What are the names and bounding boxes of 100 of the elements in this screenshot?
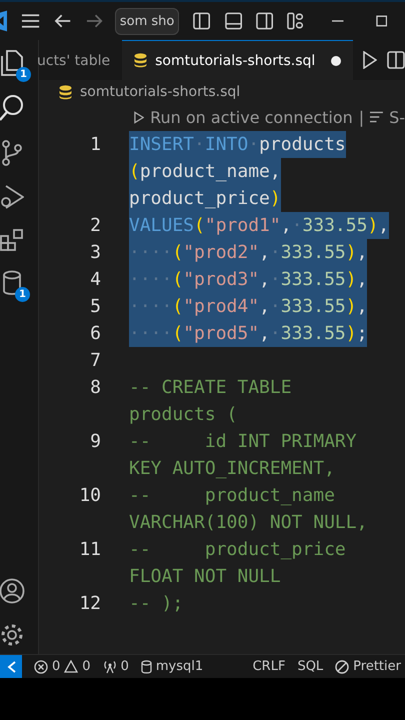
bracket: ( <box>172 296 184 317</box>
code-text: , <box>356 269 368 290</box>
line-number: 9 <box>89 431 101 452</box>
breadcrumb-item[interactable]: somtutorials-shorts.sql <box>80 84 240 100</box>
whitespace-marker: ···· <box>129 296 172 317</box>
whitespace-marker: · <box>270 323 281 344</box>
sql-keyword: INSERT <box>129 134 194 155</box>
bracket: ) <box>367 215 378 236</box>
code-text: , <box>378 215 390 236</box>
code-text: products <box>259 134 346 155</box>
notification-badge: 1 <box>16 67 31 82</box>
search-icon[interactable] <box>0 94 25 122</box>
language-button[interactable]: SQL <box>297 659 324 674</box>
code-text: , <box>356 296 368 317</box>
problems-button[interactable]: 0 0 <box>34 659 91 674</box>
codelens-separator: | <box>358 108 364 126</box>
code-comment: products ( <box>129 404 238 425</box>
code-text: , <box>280 215 292 236</box>
command-search-field[interactable]: som sho <box>114 8 180 34</box>
database-icon[interactable] <box>2 270 22 296</box>
run-icon[interactable] <box>363 51 378 69</box>
remote-button[interactable] <box>0 655 22 678</box>
bracket: ) <box>346 269 357 290</box>
line-number: 6 <box>89 323 101 344</box>
code-comment: -- ); <box>129 593 184 614</box>
codelens-link[interactable]: Run on active connection <box>150 108 353 126</box>
source-control-icon[interactable] <box>1 140 23 166</box>
split-editor-icon[interactable] <box>387 51 405 69</box>
sql-keyword: VALUES <box>129 215 194 236</box>
database-file-icon <box>134 53 148 68</box>
line-number: 8 <box>89 377 101 398</box>
broadcast-icon <box>102 660 117 674</box>
blocked-icon <box>335 660 350 674</box>
code-text: , <box>259 323 270 344</box>
line-number: 3 <box>89 242 101 263</box>
notification-badge: 1 <box>15 287 30 302</box>
code-text: ; <box>356 323 368 344</box>
sidebar-layout-icon[interactable] <box>193 12 211 30</box>
code-text: product_price <box>129 188 270 209</box>
menu-icon[interactable] <box>21 14 40 28</box>
database-icon <box>140 660 152 674</box>
code-comment: -- product_name <box>129 485 335 506</box>
line-number: 1 <box>89 134 101 155</box>
line-number: 10 <box>78 485 101 506</box>
prettier-button[interactable]: Prettier <box>335 659 401 674</box>
unsaved-dot-icon <box>331 56 342 66</box>
whitespace-marker: · <box>270 242 281 263</box>
codelens-link[interactable]: S- <box>389 108 405 126</box>
code-text: , <box>259 269 270 290</box>
account-icon[interactable] <box>0 578 25 604</box>
code-text: , <box>259 242 270 263</box>
settings-icon[interactable] <box>0 622 25 648</box>
maximize-icon[interactable] <box>376 15 387 27</box>
whitespace-marker: · <box>270 296 281 317</box>
bracket: ) <box>270 188 281 209</box>
line-ending-button[interactable]: CRLF <box>252 659 286 674</box>
string-literal: "prod4" <box>183 296 260 317</box>
back-arrow-icon[interactable] <box>54 14 72 28</box>
whitespace-marker: · <box>194 134 205 155</box>
extensions-icon[interactable] <box>0 228 24 252</box>
number-literal: 333.55 <box>302 215 368 236</box>
code-comment: KEY AUTO_INCREMENT, <box>129 458 335 479</box>
bracket: ( <box>194 215 205 236</box>
error-icon <box>34 660 48 674</box>
customize-layout-icon[interactable] <box>286 12 304 30</box>
code-comment: -- CREATE TABLE <box>129 377 292 398</box>
bracket: ( <box>172 269 184 290</box>
run-debug-icon[interactable] <box>0 184 24 210</box>
number-literal: 333.55 <box>280 242 346 263</box>
play-icon <box>134 110 144 124</box>
bracket: ) <box>346 323 357 344</box>
whitespace-marker: · <box>248 134 260 155</box>
split-layout-icon[interactable] <box>256 12 273 30</box>
warning-icon <box>64 660 78 673</box>
files-icon[interactable] <box>1 50 23 76</box>
format-lines-icon <box>370 111 384 123</box>
number-literal: 333.55 <box>280 323 346 344</box>
sql-keyword: INTO <box>204 134 248 155</box>
ports-button[interactable]: 0 <box>102 659 129 674</box>
bracket: ( <box>172 242 184 263</box>
remote-icon <box>6 660 16 672</box>
panel-layout-icon[interactable] <box>224 12 242 30</box>
whitespace-marker: · <box>292 215 302 236</box>
code-comment: VARCHAR(100) NOT NULL, <box>129 512 368 533</box>
editor-tab[interactable]: somtutorials-shorts.sql <box>122 40 354 80</box>
whitespace-marker: ···· <box>129 269 172 290</box>
editor-tab[interactable]: ucts' table <box>37 40 122 80</box>
line-number: 12 <box>78 593 101 614</box>
code-comment: FLOAT NOT NULL <box>129 566 281 587</box>
forward-arrow-icon[interactable] <box>86 14 103 28</box>
number-literal: 333.55 <box>280 296 346 317</box>
number-literal: 333.55 <box>280 269 346 290</box>
connection-button[interactable]: mysql1 <box>140 659 204 674</box>
code-text: , <box>259 296 270 317</box>
minimize-icon[interactable] <box>332 20 344 22</box>
bracket: ( <box>129 161 140 182</box>
string-literal: "prod2" <box>183 242 260 263</box>
code-text: product_name, <box>140 161 281 182</box>
bracket: ( <box>172 323 184 344</box>
line-number: 2 <box>89 215 101 236</box>
